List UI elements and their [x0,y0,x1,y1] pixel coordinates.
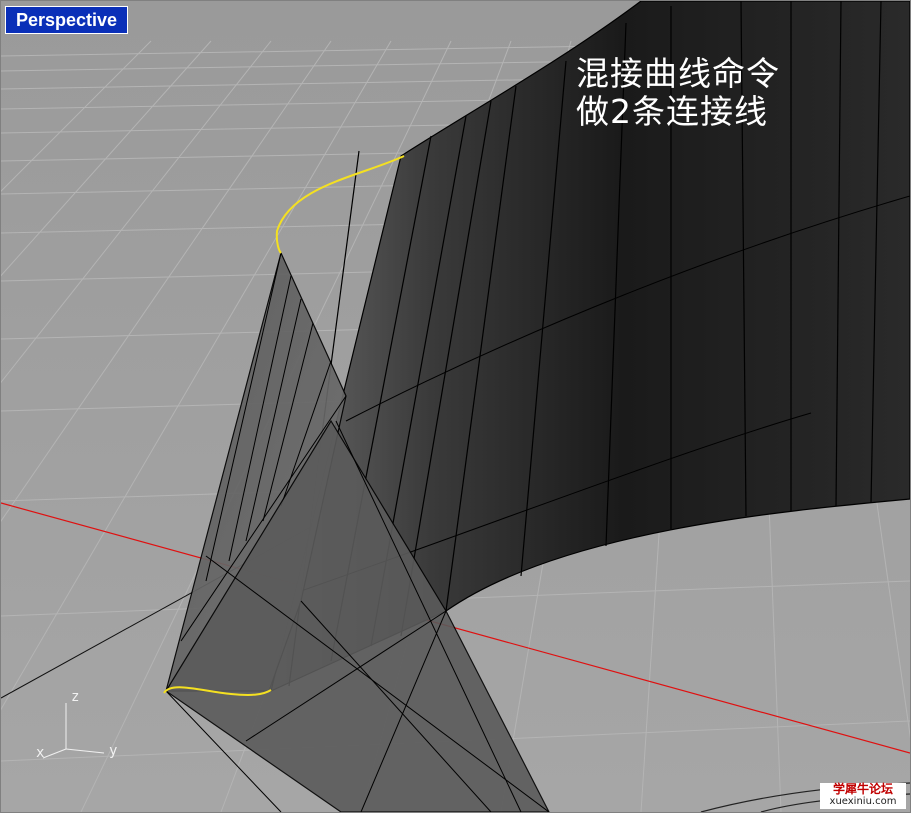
axis-x-label: x [36,745,45,761]
perspective-viewport[interactable]: Perspective 混接曲线命令 做2条连接线 z x y 学犀牛论坛 xu… [0,0,911,813]
axis-y-label: y [109,743,118,759]
annotation-line-2: 做2条连接线 [576,92,768,131]
watermark-title: 学犀牛论坛 [832,782,893,796]
watermark-logo: 学犀牛论坛 xuexiniu.com [820,783,906,809]
axis-z-label: z [71,689,80,705]
watermark-url: xuexiniu.com [829,796,897,807]
annotation-text: 混接曲线命令 做2条连接线 [576,55,780,131]
annotation-line-1: 混接曲线命令 [576,54,780,93]
viewport-title-label[interactable]: Perspective [5,6,129,34]
